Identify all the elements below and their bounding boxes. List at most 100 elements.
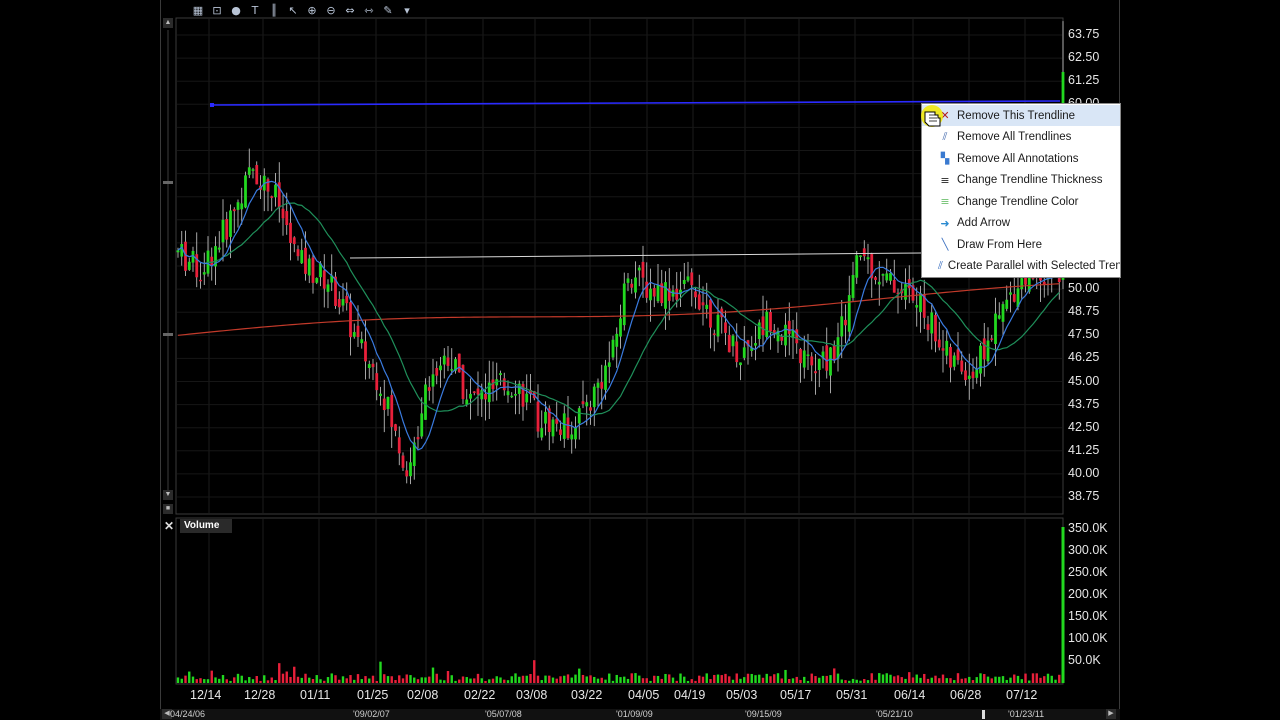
- candle-body: [300, 250, 304, 264]
- volume-bar: [296, 676, 300, 683]
- volume-bar: [263, 675, 266, 683]
- candle-body: [889, 273, 892, 281]
- candle-body: [450, 369, 454, 371]
- volume-bar: [405, 674, 408, 683]
- overview-scroller[interactable]: ◀ 04/24/06 '09/02/07 '05/07/08 '01/09/09…: [160, 709, 1120, 720]
- candle-body: [360, 339, 364, 344]
- volume-bar: [761, 677, 765, 683]
- volume-bar: [975, 677, 978, 683]
- overview-window-handle[interactable]: [982, 710, 985, 719]
- candle-body: [731, 335, 735, 347]
- volume-bar: [203, 679, 206, 683]
- volume-bar: [979, 673, 982, 683]
- volume-bar: [330, 673, 333, 683]
- candle-body: [945, 340, 949, 356]
- volume-bar: [810, 673, 813, 683]
- candle-body: [637, 267, 641, 271]
- menu-item-label: Remove All Annotations: [957, 152, 1079, 165]
- candle-body: [525, 393, 529, 403]
- volume-bar: [386, 676, 390, 683]
- candle-body: [851, 275, 855, 298]
- candle-body: [675, 288, 679, 300]
- candle-body: [832, 345, 836, 361]
- candle-body: [266, 179, 270, 192]
- volume-bar: [945, 678, 948, 683]
- volume-bar: [896, 675, 900, 683]
- volume-bar: [266, 680, 270, 683]
- volume-bar: [503, 679, 506, 683]
- price-axis-label: 46.25: [1068, 350, 1100, 365]
- volume-bar: [540, 680, 543, 683]
- candle-body: [716, 314, 720, 337]
- volume-bar: [1061, 527, 1065, 683]
- menu-item-label: Change Trendline Color: [957, 195, 1079, 208]
- candle-body: [514, 393, 517, 396]
- candle-body: [240, 203, 244, 210]
- volume-bar: [233, 677, 236, 683]
- volume-bar: [476, 673, 480, 683]
- volume-bar: [683, 676, 686, 683]
- volume-bar: [750, 673, 753, 683]
- volume-axis-label: 350.0K: [1068, 521, 1108, 535]
- volume-bar: [443, 680, 446, 683]
- price-axis-label: 50.00: [1068, 281, 1100, 296]
- overview-date: '05/21/10: [876, 709, 913, 719]
- volume-bar: [731, 679, 735, 683]
- candle-body: [420, 413, 424, 437]
- volume-bar: [551, 677, 555, 683]
- volume-bar: [709, 679, 712, 683]
- scroll-right-icon[interactable]: ▶: [1106, 709, 1116, 719]
- volume-bar: [600, 677, 603, 683]
- volume-bar: [956, 673, 960, 683]
- volume-bar: [420, 677, 423, 683]
- volume-bar: [484, 680, 487, 683]
- volume-bar: [1050, 675, 1053, 683]
- volume-bar: [1005, 679, 1008, 683]
- volume-bar: [893, 676, 896, 683]
- candle-body: [439, 365, 442, 371]
- menu-item-change-trendline-thickness[interactable]: ≡ Change Trendline Thickness: [922, 170, 1120, 191]
- volume-bar: [581, 674, 585, 683]
- volume-axis-label: 50.0K: [1068, 653, 1101, 667]
- menu-item-change-trendline-color[interactable]: ≡ Change Trendline Color: [922, 191, 1120, 212]
- candle-body: [739, 362, 742, 366]
- volume-bar: [806, 680, 810, 683]
- candle-body: [810, 356, 814, 366]
- menu-item-create-parallel-with-selected-trendline[interactable]: ⫽ Create Parallel with Selected Trendline: [922, 256, 1120, 277]
- menu-item-label: Add Arrow: [957, 217, 1011, 229]
- volume-bar: [653, 675, 656, 683]
- close-volume-icon[interactable]: ✕: [164, 519, 174, 533]
- candle-body: [540, 428, 544, 438]
- menu-item-add-arrow[interactable]: ➜ Add Arrow: [922, 213, 1120, 234]
- volume-bar: [878, 673, 881, 683]
- volume-bar: [803, 676, 806, 683]
- candle-body: [960, 360, 964, 372]
- volume-bar: [293, 666, 296, 683]
- candle-body: [559, 429, 562, 435]
- menu-item-draw-from-here[interactable]: ╲ Draw From Here: [922, 234, 1120, 255]
- volume-bar: [604, 679, 607, 683]
- volume-bar: [1028, 680, 1031, 683]
- volume-bar: [623, 676, 626, 683]
- volume-bar: [829, 675, 832, 683]
- volume-bar: [461, 676, 465, 683]
- menu-item-remove-all-annotations[interactable]: ▚ Remove All Annotations: [922, 148, 1120, 169]
- volume-bar: [1039, 677, 1042, 683]
- date-axis-label: 01/11: [300, 688, 331, 702]
- volume-panel-frame: [175, 517, 1064, 685]
- volume-bar: [863, 679, 866, 683]
- menu-item-remove-this-trendline[interactable]: ✕ Remove This Trendline: [922, 105, 1120, 126]
- price-axis-label: 47.50: [1068, 327, 1100, 342]
- candle-body: [806, 354, 810, 357]
- volume-bar: [983, 674, 986, 683]
- price-axis-label: 43.75: [1068, 396, 1100, 411]
- volume-bar: [285, 671, 288, 683]
- volume-bar: [578, 668, 581, 683]
- date-axis-label: 01/25: [357, 688, 389, 702]
- volume-bar: [360, 679, 363, 683]
- candle-body: [577, 408, 581, 424]
- volume-bar: [698, 675, 701, 683]
- price-axis-label: 62.50: [1068, 50, 1100, 65]
- menu-item-remove-all-trendlines[interactable]: ⫽ Remove All Trendlines: [922, 127, 1120, 148]
- price-axis-label: 63.75: [1068, 27, 1100, 41]
